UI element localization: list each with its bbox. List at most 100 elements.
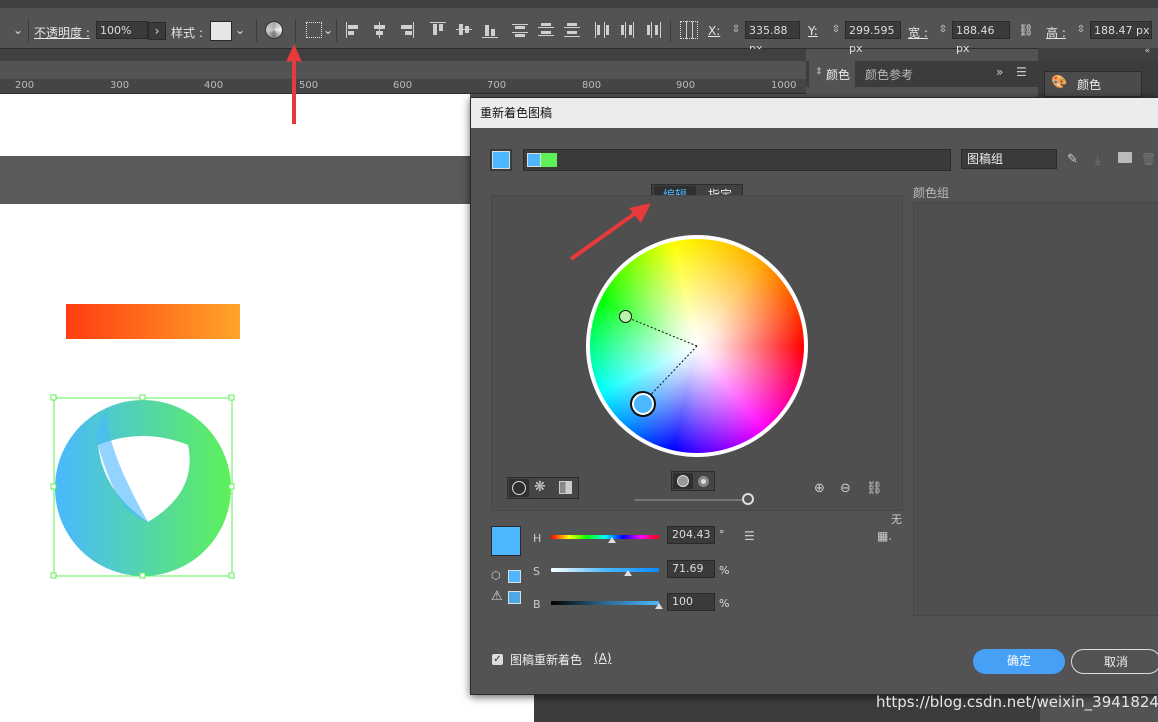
align-right-icon[interactable] <box>398 22 414 38</box>
chevron-down-icon[interactable]: ⌄ <box>232 22 248 38</box>
style-swatch[interactable] <box>210 21 232 41</box>
x-input[interactable]: 335.88 px <box>745 21 800 55</box>
collapse-icon[interactable]: « <box>1144 46 1150 56</box>
tab-color[interactable]: ⇕ 颜色 <box>809 61 855 87</box>
distribute-bottom-icon[interactable] <box>564 22 580 38</box>
unlink-harmony-icon[interactable]: ⛓ <box>866 481 883 496</box>
artboard[interactable] <box>0 204 534 722</box>
recolor-artwork-icon[interactable] <box>265 21 283 39</box>
brightness-slider-handle[interactable] <box>742 493 754 505</box>
ruler-tick-label: 700 <box>487 80 507 91</box>
s-slider[interactable] <box>551 568 659 572</box>
in-gamut-swatch[interactable] <box>508 570 521 583</box>
y-input[interactable]: 299.595 px <box>845 21 901 55</box>
chevron-updown-icon: ⇕ <box>815 67 823 77</box>
recolor-artwork-dialog: 重新着色图稿 ⌄ 图稿组 ✎ ⤓ 🗑 编辑 指定 ❋ <box>470 97 1158 695</box>
h-label: H <box>533 532 542 545</box>
annotation-arrow <box>286 44 302 124</box>
folder-icon[interactable] <box>1118 152 1132 163</box>
out-of-gamut-icon: ⬡ <box>491 569 501 582</box>
add-color-tool-icon[interactable]: ⊕ <box>814 481 825 496</box>
distribute-vcenter-icon[interactable] <box>538 22 554 38</box>
stepper-icon[interactable]: ⇳ <box>935 22 951 38</box>
align-vertical-center-icon[interactable] <box>456 22 472 38</box>
color-bars-icon[interactable] <box>559 481 572 494</box>
chevron-right-icon[interactable]: › <box>148 22 166 40</box>
separator <box>336 20 337 42</box>
link-proportions-icon[interactable]: ⛓ <box>1018 22 1034 38</box>
separator <box>670 20 671 42</box>
panel-collapse-bar: « <box>1038 46 1158 61</box>
ruler-tick-label: 900 <box>676 80 696 91</box>
h-slider[interactable] <box>551 535 659 539</box>
ok-button[interactable]: 确定 <box>973 649 1065 674</box>
color-groups-list[interactable] <box>913 202 1158 616</box>
panel-menu-icon[interactable]: ☰ <box>1016 65 1027 79</box>
warning-icon: ⚠ <box>491 589 503 604</box>
separator <box>256 20 257 42</box>
color-group-dropdown[interactable]: ⌄ <box>523 149 970 171</box>
chevron-down-icon[interactable]: ⌄ <box>320 22 336 38</box>
color-wheel-panel: ❋ ⊕ ⊖ ⛓ <box>491 195 903 511</box>
align-top-icon[interactable] <box>430 22 446 38</box>
style-label: 样式 : <box>171 26 203 40</box>
b-slider[interactable] <box>551 601 659 605</box>
secondary-color-handle[interactable] <box>619 310 632 323</box>
base-color-handle[interactable] <box>630 391 656 417</box>
watermark: https://blog.csdn.net/weixin_39418249 <box>876 693 1158 711</box>
swatch-blue <box>527 153 541 167</box>
stepper-icon[interactable]: ⇳ <box>728 22 744 38</box>
align-left-icon[interactable] <box>346 22 362 38</box>
brightness-slider-track[interactable] <box>634 499 744 501</box>
gradient-ring-artwork[interactable] <box>48 392 242 582</box>
web-safe-swatch[interactable] <box>508 591 521 604</box>
brightness-icon[interactable] <box>698 476 709 487</box>
color-reduction-options-icon[interactable]: ▦. <box>877 529 892 543</box>
align-bottom-icon[interactable] <box>482 22 498 38</box>
smooth-wheel-button[interactable] <box>509 479 529 497</box>
distribute-hcenter-icon[interactable] <box>620 22 636 38</box>
s-unit: % <box>719 564 730 577</box>
b-slider-thumb[interactable] <box>655 603 663 609</box>
chevron-down-icon[interactable]: ⌄ <box>10 22 26 38</box>
save-group-icon[interactable]: ⤓ <box>1095 153 1100 168</box>
h-slider-thumb[interactable] <box>608 537 616 543</box>
h-input[interactable]: 204.43 <box>667 526 715 544</box>
tab-color-guide[interactable]: 颜色参考 <box>865 66 913 83</box>
saturation-brightness-toggle <box>671 471 715 491</box>
height-input[interactable]: 188.47 px <box>1090 21 1152 39</box>
segmented-wheel-icon[interactable]: ❋ <box>534 479 546 495</box>
color-panel-button-label: 颜色 <box>1077 78 1102 92</box>
distribute-right-icon[interactable] <box>646 22 662 38</box>
height-label: 高 : <box>1046 26 1066 40</box>
distribute-left-icon[interactable] <box>594 22 610 38</box>
s-input[interactable]: 71.69 <box>667 560 715 578</box>
current-colors-swatch[interactable] <box>490 149 512 171</box>
selected-color-swatch[interactable] <box>491 526 521 556</box>
gradient-rectangle[interactable] <box>66 304 240 339</box>
s-slider-thumb[interactable] <box>624 570 632 576</box>
align-horizontal-center-icon[interactable] <box>372 22 388 38</box>
opacity-input[interactable]: 100% <box>96 21 148 39</box>
trash-icon[interactable]: 🗑 <box>1141 152 1156 166</box>
color-groups-label: 颜色组 <box>913 186 950 200</box>
remove-color-tool-icon[interactable]: ⊖ <box>840 481 851 496</box>
slider-menu-icon[interactable]: ☰ <box>744 529 755 543</box>
control-bar: ⌄ 不透明度 : 100% › 样式 : ⌄ ⌄ X: ⇳ 335.88 px … <box>0 8 1158 55</box>
cancel-button[interactable]: 取消 <box>1071 649 1158 674</box>
eyedropper-icon[interactable]: ✎ <box>1067 152 1078 167</box>
artwork-group-name-input[interactable]: 图稿组 <box>961 149 1057 169</box>
stepper-icon[interactable]: ⇳ <box>1073 22 1089 38</box>
transform-reference-icon[interactable] <box>680 21 698 39</box>
panel-expand-icon[interactable]: » <box>996 65 1003 79</box>
recolor-artwork-shortcut: (A) <box>594 651 612 665</box>
width-input[interactable]: 188.46 px <box>952 21 1010 55</box>
recolor-artwork-checkbox[interactable]: ✓ <box>492 654 503 665</box>
stepper-icon[interactable]: ⇳ <box>828 22 844 38</box>
color-panel-button[interactable]: 🎨 颜色 <box>1044 71 1142 97</box>
recolor-artwork-label: 图稿重新着色 <box>510 653 583 667</box>
b-input[interactable]: 100 <box>667 593 715 611</box>
distribute-top-icon[interactable] <box>512 22 528 38</box>
collapsed-panels: 🎨 颜色 <box>1038 61 1158 101</box>
saturation-button[interactable] <box>673 473 693 489</box>
